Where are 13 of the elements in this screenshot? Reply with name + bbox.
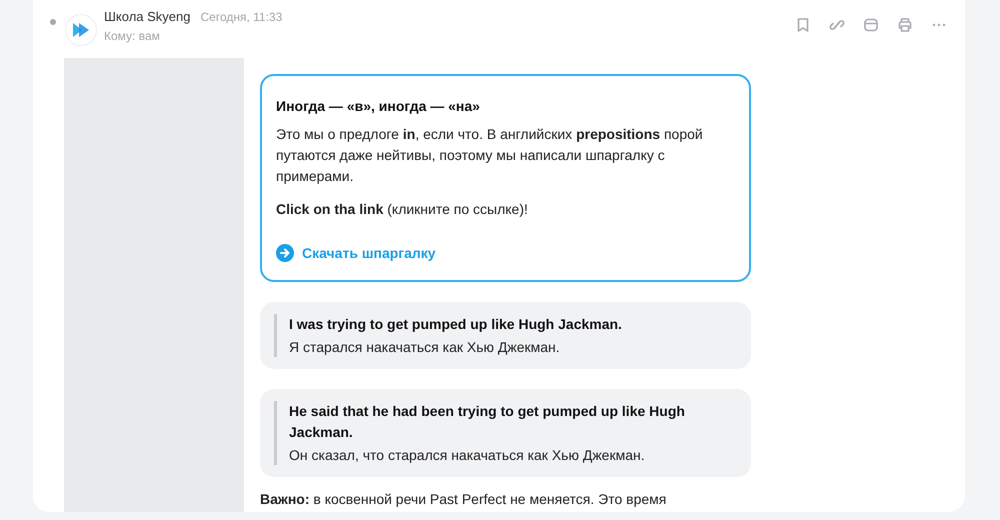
russian-translation: Он сказал, что старался накачаться как Хью Джекман. (289, 446, 646, 465)
recipient-label: Кому: вам (104, 29, 161, 43)
sender-avatar (65, 14, 97, 46)
note-text: Важно: в косвенной речи Past Perfect не меняется. Это время (260, 491, 668, 507)
russian-translation: Я старался накачаться как Хью Джекман. (289, 338, 561, 357)
download-link[interactable]: Скачать шпаргалку (276, 244, 436, 262)
promo-prompt: Click on tha link (кликните по ссылке)! (276, 200, 529, 219)
sender-name: Школа Skyeng (104, 9, 190, 24)
english-sentence: I was trying to get pumped up like Hugh Jackman. (289, 315, 623, 334)
message-time: Сегодня, 11:33 (200, 10, 282, 24)
english-sentence: He said that he had been trying to get pumped up like Hugh Jackman. (289, 402, 686, 442)
promo-text: Это мы о предлоге in, если что. В английских prepositions порой путаются даже нейтивы, поэтому мы написали шпаргалку с примерами. (276, 125, 704, 186)
promo-title: Иногда — «в», иногда — «на» (276, 98, 481, 114)
